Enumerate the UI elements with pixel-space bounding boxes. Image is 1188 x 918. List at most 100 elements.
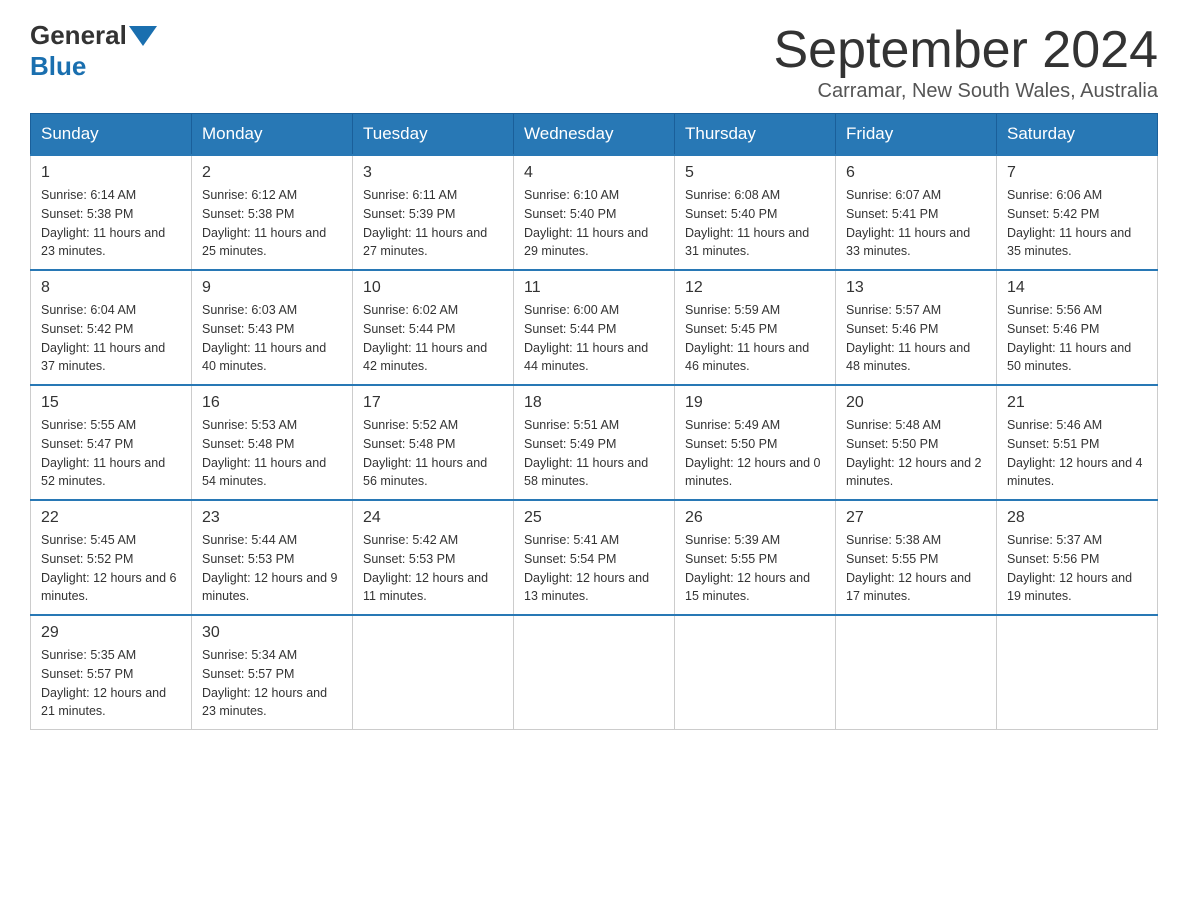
calendar-cell (353, 615, 514, 730)
day-info: Sunrise: 5:38 AMSunset: 5:55 PMDaylight:… (846, 531, 986, 606)
day-info: Sunrise: 5:57 AMSunset: 5:46 PMDaylight:… (846, 301, 986, 376)
day-info: Sunrise: 6:08 AMSunset: 5:40 PMDaylight:… (685, 186, 825, 261)
day-number: 14 (1007, 279, 1147, 297)
day-number: 15 (41, 394, 181, 412)
day-info: Sunrise: 6:14 AMSunset: 5:38 PMDaylight:… (41, 186, 181, 261)
day-number: 19 (685, 394, 825, 412)
calendar-cell: 18 Sunrise: 5:51 AMSunset: 5:49 PMDaylig… (514, 385, 675, 500)
page-header: General Blue September 2024 Carramar, Ne… (30, 20, 1158, 103)
calendar-cell: 12 Sunrise: 5:59 AMSunset: 5:45 PMDaylig… (675, 270, 836, 385)
weekday-header-tuesday: Tuesday (353, 114, 514, 156)
title-block: September 2024 Carramar, New South Wales… (774, 20, 1159, 103)
location-subtitle: Carramar, New South Wales, Australia (774, 80, 1159, 103)
day-info: Sunrise: 6:07 AMSunset: 5:41 PMDaylight:… (846, 186, 986, 261)
calendar-cell: 20 Sunrise: 5:48 AMSunset: 5:50 PMDaylig… (836, 385, 997, 500)
day-number: 11 (524, 279, 664, 297)
calendar-cell: 19 Sunrise: 5:49 AMSunset: 5:50 PMDaylig… (675, 385, 836, 500)
day-info: Sunrise: 5:41 AMSunset: 5:54 PMDaylight:… (524, 531, 664, 606)
calendar-cell: 6 Sunrise: 6:07 AMSunset: 5:41 PMDayligh… (836, 155, 997, 270)
calendar-cell: 23 Sunrise: 5:44 AMSunset: 5:53 PMDaylig… (192, 500, 353, 615)
day-info: Sunrise: 6:02 AMSunset: 5:44 PMDaylight:… (363, 301, 503, 376)
day-number: 25 (524, 509, 664, 527)
calendar-cell (514, 615, 675, 730)
calendar-cell: 30 Sunrise: 5:34 AMSunset: 5:57 PMDaylig… (192, 615, 353, 730)
day-number: 8 (41, 279, 181, 297)
day-info: Sunrise: 6:03 AMSunset: 5:43 PMDaylight:… (202, 301, 342, 376)
day-info: Sunrise: 5:46 AMSunset: 5:51 PMDaylight:… (1007, 416, 1147, 491)
day-number: 18 (524, 394, 664, 412)
calendar-cell: 21 Sunrise: 5:46 AMSunset: 5:51 PMDaylig… (997, 385, 1158, 500)
calendar-cell: 17 Sunrise: 5:52 AMSunset: 5:48 PMDaylig… (353, 385, 514, 500)
day-info: Sunrise: 5:42 AMSunset: 5:53 PMDaylight:… (363, 531, 503, 606)
calendar-cell (997, 615, 1158, 730)
calendar-cell: 15 Sunrise: 5:55 AMSunset: 5:47 PMDaylig… (31, 385, 192, 500)
day-number: 29 (41, 624, 181, 642)
calendar-cell: 11 Sunrise: 6:00 AMSunset: 5:44 PMDaylig… (514, 270, 675, 385)
weekday-header-saturday: Saturday (997, 114, 1158, 156)
calendar-cell: 7 Sunrise: 6:06 AMSunset: 5:42 PMDayligh… (997, 155, 1158, 270)
logo-triangle-icon (129, 26, 157, 46)
calendar-cell (675, 615, 836, 730)
calendar-table: SundayMondayTuesdayWednesdayThursdayFrid… (30, 113, 1158, 730)
calendar-cell: 22 Sunrise: 5:45 AMSunset: 5:52 PMDaylig… (31, 500, 192, 615)
weekday-header-wednesday: Wednesday (514, 114, 675, 156)
calendar-cell: 29 Sunrise: 5:35 AMSunset: 5:57 PMDaylig… (31, 615, 192, 730)
day-number: 28 (1007, 509, 1147, 527)
day-number: 22 (41, 509, 181, 527)
logo-general-text: General (30, 20, 127, 51)
calendar-cell: 25 Sunrise: 5:41 AMSunset: 5:54 PMDaylig… (514, 500, 675, 615)
day-number: 4 (524, 164, 664, 182)
day-number: 27 (846, 509, 986, 527)
calendar-cell: 4 Sunrise: 6:10 AMSunset: 5:40 PMDayligh… (514, 155, 675, 270)
day-info: Sunrise: 6:06 AMSunset: 5:42 PMDaylight:… (1007, 186, 1147, 261)
calendar-cell: 24 Sunrise: 5:42 AMSunset: 5:53 PMDaylig… (353, 500, 514, 615)
calendar-cell: 26 Sunrise: 5:39 AMSunset: 5:55 PMDaylig… (675, 500, 836, 615)
week-row-1: 1 Sunrise: 6:14 AMSunset: 5:38 PMDayligh… (31, 155, 1158, 270)
day-info: Sunrise: 6:04 AMSunset: 5:42 PMDaylight:… (41, 301, 181, 376)
weekday-header-thursday: Thursday (675, 114, 836, 156)
day-number: 24 (363, 509, 503, 527)
day-info: Sunrise: 5:39 AMSunset: 5:55 PMDaylight:… (685, 531, 825, 606)
weekday-header-monday: Monday (192, 114, 353, 156)
calendar-cell (836, 615, 997, 730)
day-number: 9 (202, 279, 342, 297)
month-year-title: September 2024 (774, 20, 1159, 80)
day-number: 12 (685, 279, 825, 297)
day-info: Sunrise: 5:49 AMSunset: 5:50 PMDaylight:… (685, 416, 825, 491)
logo: General Blue (30, 20, 159, 82)
day-number: 2 (202, 164, 342, 182)
calendar-cell: 27 Sunrise: 5:38 AMSunset: 5:55 PMDaylig… (836, 500, 997, 615)
calendar-cell: 5 Sunrise: 6:08 AMSunset: 5:40 PMDayligh… (675, 155, 836, 270)
day-number: 5 (685, 164, 825, 182)
day-info: Sunrise: 6:10 AMSunset: 5:40 PMDaylight:… (524, 186, 664, 261)
day-number: 7 (1007, 164, 1147, 182)
day-number: 13 (846, 279, 986, 297)
week-row-2: 8 Sunrise: 6:04 AMSunset: 5:42 PMDayligh… (31, 270, 1158, 385)
day-info: Sunrise: 5:51 AMSunset: 5:49 PMDaylight:… (524, 416, 664, 491)
day-info: Sunrise: 5:52 AMSunset: 5:48 PMDaylight:… (363, 416, 503, 491)
calendar-cell: 1 Sunrise: 6:14 AMSunset: 5:38 PMDayligh… (31, 155, 192, 270)
calendar-cell: 8 Sunrise: 6:04 AMSunset: 5:42 PMDayligh… (31, 270, 192, 385)
weekday-header-friday: Friday (836, 114, 997, 156)
day-info: Sunrise: 5:35 AMSunset: 5:57 PMDaylight:… (41, 646, 181, 721)
day-info: Sunrise: 5:34 AMSunset: 5:57 PMDaylight:… (202, 646, 342, 721)
calendar-cell: 10 Sunrise: 6:02 AMSunset: 5:44 PMDaylig… (353, 270, 514, 385)
calendar-cell: 3 Sunrise: 6:11 AMSunset: 5:39 PMDayligh… (353, 155, 514, 270)
weekday-header-row: SundayMondayTuesdayWednesdayThursdayFrid… (31, 114, 1158, 156)
calendar-cell: 13 Sunrise: 5:57 AMSunset: 5:46 PMDaylig… (836, 270, 997, 385)
day-number: 23 (202, 509, 342, 527)
day-number: 16 (202, 394, 342, 412)
day-info: Sunrise: 5:48 AMSunset: 5:50 PMDaylight:… (846, 416, 986, 491)
day-number: 21 (1007, 394, 1147, 412)
day-number: 20 (846, 394, 986, 412)
calendar-cell: 2 Sunrise: 6:12 AMSunset: 5:38 PMDayligh… (192, 155, 353, 270)
calendar-cell: 28 Sunrise: 5:37 AMSunset: 5:56 PMDaylig… (997, 500, 1158, 615)
week-row-3: 15 Sunrise: 5:55 AMSunset: 5:47 PMDaylig… (31, 385, 1158, 500)
day-number: 1 (41, 164, 181, 182)
weekday-header-sunday: Sunday (31, 114, 192, 156)
day-info: Sunrise: 6:00 AMSunset: 5:44 PMDaylight:… (524, 301, 664, 376)
day-info: Sunrise: 5:55 AMSunset: 5:47 PMDaylight:… (41, 416, 181, 491)
week-row-4: 22 Sunrise: 5:45 AMSunset: 5:52 PMDaylig… (31, 500, 1158, 615)
day-info: Sunrise: 5:53 AMSunset: 5:48 PMDaylight:… (202, 416, 342, 491)
day-number: 30 (202, 624, 342, 642)
